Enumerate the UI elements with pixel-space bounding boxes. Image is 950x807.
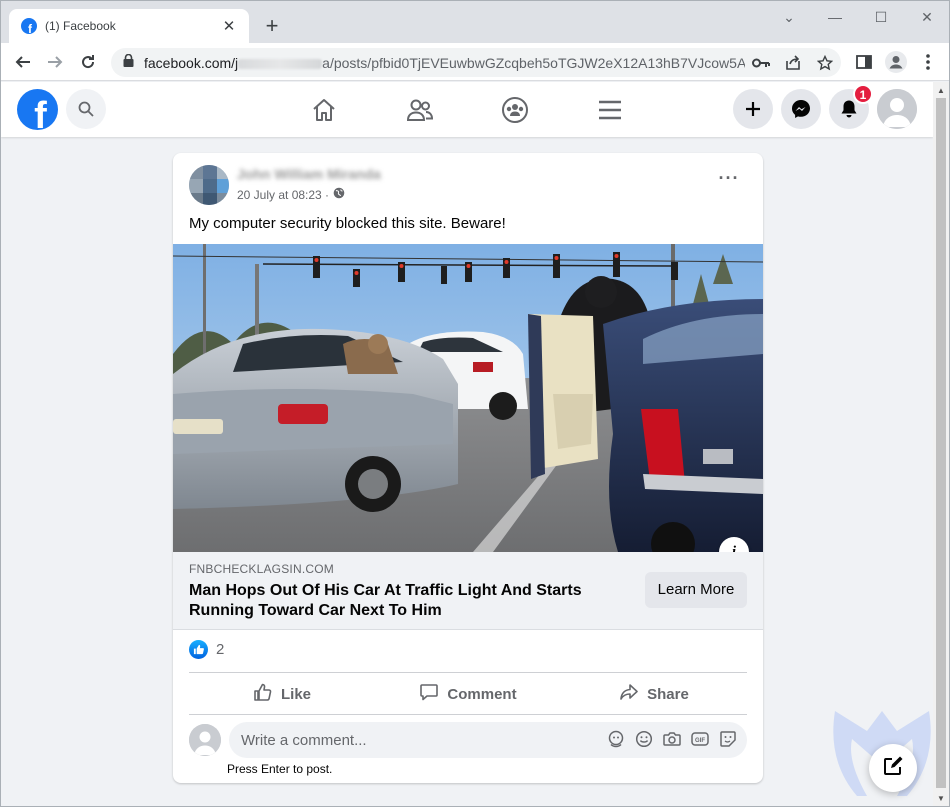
post-text: My computer security blocked this site. … bbox=[189, 215, 506, 232]
url-text: facebook.com/j a/posts/pfbid0TjEVEuwbwGZc… bbox=[144, 54, 745, 71]
link-preview[interactable]: FNBCHECKLAGSIN.COM Man Hops Out Of His C… bbox=[173, 552, 763, 630]
comment-bubble-icon bbox=[419, 682, 439, 706]
share-icon[interactable] bbox=[777, 54, 809, 71]
back-arrow-icon[interactable] bbox=[10, 49, 36, 75]
tab-title: (1) Facebook bbox=[45, 19, 116, 33]
kebab-menu-icon[interactable] bbox=[915, 49, 941, 75]
facebook-logo-icon[interactable]: f bbox=[17, 89, 58, 130]
street-scene-image bbox=[173, 244, 763, 552]
groups-icon[interactable] bbox=[499, 94, 531, 126]
comment-button[interactable]: Comment bbox=[375, 674, 561, 714]
address-bar[interactable]: facebook.com/j a/posts/pfbid0TjEVEuwbwGZc… bbox=[111, 48, 841, 77]
globe-icon bbox=[333, 187, 345, 202]
scroll-up-icon[interactable]: ▲ bbox=[937, 86, 945, 95]
tab-search-icon[interactable]: ⌄ bbox=[777, 7, 801, 27]
reactions-summary[interactable]: 2 bbox=[189, 640, 224, 659]
comment-placeholder: Write a comment... bbox=[241, 731, 367, 749]
page-scrollbar[interactable]: ▲ ▼ bbox=[933, 82, 949, 806]
author-avatar[interactable] bbox=[189, 165, 229, 205]
minimize-button[interactable]: — bbox=[823, 7, 847, 27]
scroll-down-icon[interactable]: ▼ bbox=[937, 794, 945, 803]
comment-tools: GIF bbox=[607, 730, 737, 748]
new-tab-button[interactable]: + bbox=[259, 13, 285, 39]
avatar-sticker-icon[interactable] bbox=[607, 730, 625, 748]
tab-strip: f (1) Facebook ✕ + ⌄ — ☐ ✕ bbox=[1, 1, 949, 43]
post-timestamp[interactable]: 20 July at 08:23 · bbox=[237, 188, 329, 202]
comment-input[interactable]: Write a comment... GIF bbox=[229, 722, 747, 758]
camera-icon[interactable] bbox=[663, 730, 681, 748]
facebook-header: f 1 bbox=[1, 82, 933, 137]
reload-icon[interactable] bbox=[75, 49, 101, 75]
star-icon[interactable] bbox=[809, 54, 841, 71]
account-avatar[interactable] bbox=[877, 89, 917, 129]
link-domain: FNBCHECKLAGSIN.COM bbox=[189, 562, 334, 576]
tab-close-icon[interactable]: ✕ bbox=[219, 17, 239, 35]
comment-composer: Write a comment... GIF bbox=[189, 722, 747, 758]
browser-toolbar: facebook.com/j a/posts/pfbid0TjEVEuwbwGZc… bbox=[1, 43, 949, 81]
friends-icon[interactable] bbox=[404, 94, 436, 126]
close-window-button[interactable]: ✕ bbox=[915, 7, 939, 27]
post-card: John William Miranda 20 July at 08:23 · … bbox=[173, 153, 763, 783]
emoji-icon[interactable] bbox=[635, 730, 653, 748]
my-avatar[interactable] bbox=[189, 724, 221, 756]
messenger-icon[interactable] bbox=[781, 89, 821, 129]
post-image[interactable] bbox=[173, 244, 763, 552]
author-name[interactable]: John William Miranda bbox=[237, 166, 391, 182]
share-arrow-icon bbox=[619, 682, 639, 706]
link-title[interactable]: Man Hops Out Of His Car At Traffic Light… bbox=[189, 581, 619, 621]
sticker-icon[interactable] bbox=[719, 730, 737, 748]
learn-more-button[interactable]: Learn More bbox=[645, 572, 747, 608]
like-button[interactable]: Like bbox=[189, 674, 375, 714]
like-reaction-icon bbox=[189, 640, 208, 659]
sidepanel-icon[interactable] bbox=[851, 49, 877, 75]
post-actions: Like Comment Share bbox=[189, 674, 747, 714]
divider bbox=[189, 672, 747, 673]
reaction-count: 2 bbox=[216, 641, 225, 658]
post-options-button[interactable]: ··· bbox=[713, 169, 745, 193]
post-meta: 20 July at 08:23 · bbox=[237, 187, 345, 202]
profile-icon[interactable] bbox=[883, 49, 909, 75]
scrollbar-thumb[interactable] bbox=[936, 98, 946, 788]
home-icon[interactable] bbox=[308, 94, 340, 126]
create-icon[interactable] bbox=[733, 89, 773, 129]
thumbs-up-icon bbox=[253, 682, 273, 706]
maximize-button[interactable]: ☐ bbox=[869, 7, 893, 27]
notification-badge: 1 bbox=[853, 84, 873, 104]
divider bbox=[189, 714, 747, 715]
press-enter-hint: Press Enter to post. bbox=[227, 762, 333, 776]
search-icon[interactable] bbox=[66, 89, 106, 129]
key-icon[interactable] bbox=[745, 57, 777, 69]
new-message-button[interactable] bbox=[869, 744, 917, 792]
gif-icon[interactable]: GIF bbox=[691, 730, 709, 748]
menu-icon[interactable] bbox=[594, 94, 626, 126]
url-redacted bbox=[238, 58, 323, 69]
facebook-favicon-icon: f bbox=[21, 18, 37, 34]
browser-window: f (1) Facebook ✕ + ⌄ — ☐ ✕ facebook.com/… bbox=[0, 0, 950, 807]
compose-icon bbox=[882, 755, 904, 782]
lock-icon[interactable] bbox=[123, 53, 134, 72]
svg-text:GIF: GIF bbox=[695, 738, 705, 744]
forward-arrow-icon[interactable] bbox=[42, 49, 68, 75]
tab-facebook[interactable]: f (1) Facebook ✕ bbox=[9, 9, 249, 43]
share-button[interactable]: Share bbox=[561, 674, 747, 714]
